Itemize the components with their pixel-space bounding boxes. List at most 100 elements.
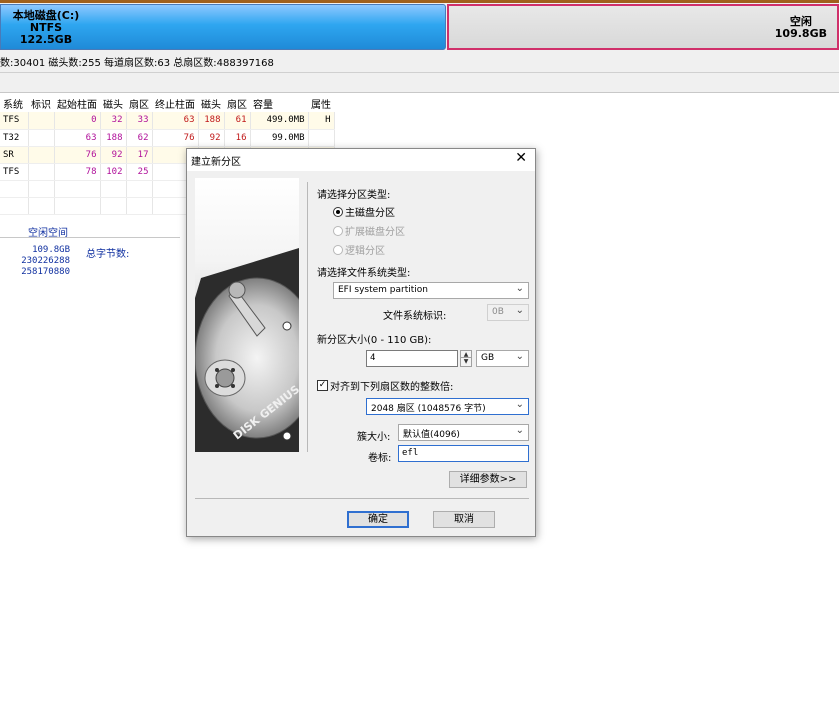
table-header-row: 系统 标识 起始柱面 磁头 扇区 终止柱面 磁头 扇区 容量 属性 [0,94,334,112]
stepper-up-icon[interactable]: ▲ [461,351,471,358]
volume-label-label: 卷标: [368,453,392,464]
fs-type-label: 请选择文件系统类型: [317,268,411,279]
disk-geometry-info: 数:30401 磁头数:255 每道扇区数:63 总扇区数:488397168 [0,58,274,69]
cluster-size-value: 默认值(4096) [403,430,460,440]
radio-primary-partition[interactable]: 主磁盘分区 [333,204,395,219]
dialog-title: 建立新分区 [191,157,241,168]
free-space-size: 109.8GB [774,27,827,40]
col-start-head[interactable]: 磁头 [100,94,126,112]
cell-end-head: 188 [198,112,225,130]
col-start-sector[interactable]: 扇区 [126,94,152,112]
fs-id-label: 文件系统标识: [383,311,447,322]
disk-map: 本地磁盘(C:) NTFS 122.5GB 空闲 109.8GB [0,0,839,52]
ok-button[interactable]: 确定 [347,511,409,528]
col-end-sector[interactable]: 扇区 [224,94,250,112]
cell-start-head: 92 [100,146,127,164]
radio-logical-label: 逻辑分区 [345,246,385,257]
divider [0,72,839,73]
align-checkbox[interactable]: ✓ 对齐到下列扇区数的整数倍: [317,378,453,393]
cell-end-head: 92 [198,129,225,147]
cell-fs: TFS [0,112,29,130]
chevron-down-icon: ⌄ [515,351,524,362]
fs-id-value: 0B [492,307,504,317]
checkbox-checked-icon: ✓ [317,380,328,391]
align-value: 2048 扇区 (1048576 字节) [371,404,486,414]
fs-type-select[interactable]: EFI system partition ⌄ [333,282,529,299]
free-space-value-3: 258170880 [21,267,70,277]
cell-start-head: 188 [100,129,127,147]
partition-c-block[interactable]: 本地磁盘(C:) NTFS 122.5GB [0,4,446,50]
dialog-titlebar[interactable]: 建立新分区 ✕ [187,149,535,171]
cell-start-cyl: 78 [54,163,101,181]
radio-extended-partition[interactable]: 扩展磁盘分区 [333,223,405,238]
col-capacity[interactable]: 容量 [250,94,308,112]
cell-id [28,163,55,181]
cell-start-cyl: 63 [54,129,101,147]
cell-fs: SR [0,146,29,164]
cluster-size-label: 簇大小: [357,432,391,443]
free-space-value-2: 230226288 [21,256,70,266]
cluster-size-select[interactable]: 默认值(4096) ⌄ [398,424,529,441]
chevron-down-icon: ⌄ [515,425,524,436]
table-row[interactable]: T32 63 188 62 76 92 16 99.0MB [0,129,335,147]
free-space-label: 空闲 109.8GB [775,16,827,40]
col-end-cylinder[interactable]: 终止柱面 [152,94,198,112]
col-start-cylinder[interactable]: 起始柱面 [54,94,100,112]
cell-attr [308,129,335,147]
partition-size-input[interactable]: 4 [366,350,458,367]
fs-id-select[interactable]: 0B ⌄ [487,304,529,321]
size-unit-select[interactable]: GB ⌄ [476,350,529,367]
col-end-head[interactable]: 磁头 [198,94,224,112]
stepper-down-icon[interactable]: ▼ [461,358,471,365]
divider [0,237,180,238]
chevron-down-icon: ⌄ [515,305,524,316]
chevron-down-icon: ⌄ [515,283,524,294]
hard-disk-illustration: DISK GENIUS [195,248,299,452]
create-partition-dialog: 建立新分区 ✕ DISK GENIUS 请选择分区类型: 主磁盘分区 扩展磁盘分… [186,148,536,537]
disk-map-top-border [0,0,839,3]
cell-capacity: 99.0MB [250,129,309,147]
size-unit-value: GB [481,353,495,363]
radio-checked-icon [333,206,343,217]
radio-primary-label: 主磁盘分区 [345,208,395,219]
col-filesystem[interactable]: 系统 [0,94,28,112]
chevron-down-icon: ⌄ [515,399,524,410]
free-space-block[interactable]: 空闲 109.8GB [447,4,839,50]
col-id[interactable]: 标识 [28,94,54,112]
cell-start-sec: 33 [126,112,153,130]
align-sectors-select[interactable]: 2048 扇区 (1048576 字节) ⌄ [366,398,529,415]
partition-c-label: 本地磁盘(C:) NTFS 122.5GB [11,10,81,46]
cancel-button[interactable]: 取消 [433,511,495,528]
free-space-values: 109.8GB 230226288 258170880 [14,245,70,278]
size-stepper[interactable]: ▲ ▼ [460,350,472,367]
free-space-size-value: 109.8GB [32,245,70,255]
cell-fs: T32 [0,129,29,147]
radio-unchecked-icon [333,225,343,236]
align-label: 对齐到下列扇区数的整数倍: [330,382,454,393]
disk-genius-image: DISK GENIUS [195,178,299,452]
cell-id [28,146,55,164]
total-bytes-label: 总字节数: [86,249,130,260]
cell-end-cyl: 63 [152,112,199,130]
partition-c-size: 122.5GB [19,33,73,46]
radio-extended-label: 扩展磁盘分区 [345,227,405,238]
volume-label-input[interactable]: efl [398,445,529,462]
cell-attr: H [308,112,335,130]
cell-start-sec: 25 [126,163,153,181]
cell-end-sec: 16 [224,129,251,147]
close-icon[interactable]: ✕ [515,150,527,166]
fs-type-value: EFI system partition [338,285,428,295]
cell-end-cyl: 76 [152,129,199,147]
divider [195,498,529,499]
cell-end-sec: 61 [224,112,251,130]
col-attributes[interactable]: 属性 [308,94,334,112]
cell-start-cyl: 76 [54,146,101,164]
cell-fs: TFS [0,163,29,181]
radio-logical-partition[interactable]: 逻辑分区 [333,242,385,257]
details-button[interactable]: 详细参数>> [449,471,527,488]
table-row[interactable]: TFS 0 32 33 63 188 61 499.0MB H [0,112,335,130]
cell-start-head: 102 [100,163,127,181]
cell-start-sec: 17 [126,146,153,164]
cell-start-head: 32 [100,112,127,130]
cell-start-sec: 62 [126,129,153,147]
